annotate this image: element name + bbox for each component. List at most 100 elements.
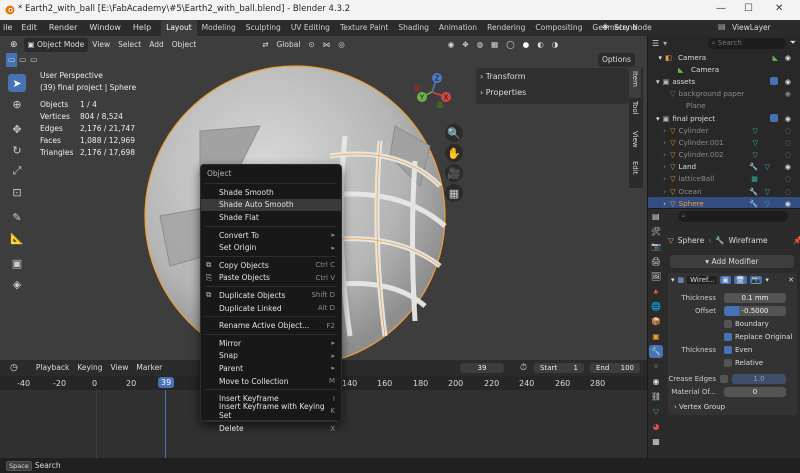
menu-file[interactable]: ile: [0, 20, 15, 36]
end-frame-field[interactable]: End 100: [590, 363, 640, 373]
list-item[interactable]: ◣ Camera: [648, 63, 800, 75]
list-item[interactable]: › ▽ Land 🔧 ▽ ◉: [648, 161, 800, 173]
output-tab-icon[interactable]: 🖨: [649, 255, 663, 268]
viewport-toggle-icon[interactable]: 🖥: [733, 276, 747, 284]
chevron-right-icon[interactable]: ›: [648, 199, 666, 208]
replace-original-row[interactable]: Replace Original: [668, 330, 797, 343]
list-item[interactable]: › ▽ Cylinder.002 ▽ ◌: [648, 149, 800, 161]
visibility-eye-icon[interactable]: ◉: [785, 89, 791, 98]
list-item[interactable]: › ▽ Ocean 🔧 ▽ ◌: [648, 185, 800, 197]
boundary-checkbox[interactable]: [724, 319, 732, 328]
chevron-down-icon[interactable]: ▾: [648, 53, 662, 62]
close-icon[interactable]: ✕: [775, 3, 783, 14]
scale-tool-icon[interactable]: ⤢: [8, 162, 26, 180]
move-tool-icon[interactable]: ✥: [8, 120, 26, 138]
menu-item-convert-to[interactable]: Convert To ▸: [201, 229, 341, 242]
relative-row[interactable]: Relative: [668, 356, 797, 369]
tab-tool[interactable]: Tool: [629, 98, 641, 128]
visibility-eye-icon[interactable]: ◉: [785, 77, 791, 86]
visibility-eye-icon[interactable]: ◉: [785, 114, 791, 123]
select-box-tool-icon[interactable]: ➤: [8, 74, 26, 92]
pin-icon[interactable]: 📌: [793, 236, 800, 245]
list-item[interactable]: Plane: [648, 100, 800, 112]
shading-material-icon[interactable]: ◐: [533, 38, 548, 52]
add-modifier-button[interactable]: ▾ Add Modifier: [670, 255, 794, 268]
chevron-right-icon[interactable]: ›: [648, 187, 666, 196]
editor-type-icon[interactable]: ⊕: [6, 38, 22, 52]
visibility-eye-icon[interactable]: ◉: [785, 162, 791, 171]
rotate-tool-icon[interactable]: ↻: [8, 141, 26, 159]
menu-item-mirror[interactable]: Mirror ▸: [201, 337, 341, 350]
replace-original-checkbox[interactable]: [724, 332, 732, 341]
menu-window[interactable]: Window: [83, 20, 127, 36]
modifier-name-field[interactable]: Wiref...: [687, 276, 718, 284]
outliner-editor-icon[interactable]: ☰: [652, 39, 659, 48]
menu-item-rename[interactable]: Rename Active Object... F2: [201, 319, 341, 332]
relative-checkbox[interactable]: [724, 358, 732, 367]
render-tab-icon[interactable]: 📷: [649, 240, 663, 253]
even-row[interactable]: Thickness Even: [668, 343, 797, 356]
orientation-dropdown[interactable]: Global: [273, 38, 305, 52]
menu-edit[interactable]: Edit: [15, 20, 43, 36]
render-toggle-icon[interactable]: 📷: [749, 276, 763, 284]
modifier-tab-icon[interactable]: 🔧: [649, 345, 663, 358]
menu-select[interactable]: Select: [114, 38, 145, 52]
camera-data-icon[interactable]: ◣: [772, 53, 778, 62]
snap-icon[interactable]: ⋈: [319, 38, 335, 52]
clock-icon[interactable]: ⏱: [520, 363, 527, 373]
current-frame-field[interactable]: 39: [460, 363, 504, 373]
add-cube-alt-tool-icon[interactable]: ◈: [8, 275, 26, 293]
menu-item-duplicate-objects[interactable]: ⧉ Duplicate Objects Shift D: [201, 289, 341, 302]
visibility-eye-icon[interactable]: ◉: [785, 53, 791, 62]
hidden-eye-icon[interactable]: ◌: [785, 126, 791, 135]
filter-icon[interactable]: ⏷: [790, 38, 796, 48]
tab-layout[interactable]: Layout: [161, 20, 197, 36]
view-layer-tab-icon[interactable]: 🖼: [649, 270, 663, 283]
timeline-editor-icon[interactable]: ◷: [6, 361, 22, 375]
xray-icon[interactable]: ▦: [487, 38, 502, 52]
collection-tab-icon[interactable]: 📦: [649, 315, 663, 328]
menu-object[interactable]: Object: [168, 38, 200, 52]
tab-edit[interactable]: Edit: [629, 158, 641, 188]
select-mode-set-icon[interactable]: ▭: [6, 53, 18, 67]
shading-wireframe-icon[interactable]: ◯: [502, 38, 518, 52]
filter-display-icon[interactable]: ▾: [663, 39, 667, 48]
shading-solid-icon[interactable]: ●: [519, 38, 534, 52]
crease-field[interactable]: 1.0: [732, 373, 786, 384]
collection-checkbox[interactable]: [770, 77, 778, 86]
tab-modeling[interactable]: Modeling: [197, 20, 241, 36]
menu-item-shade-flat[interactable]: Shade Flat: [201, 211, 341, 224]
start-frame-field[interactable]: Start 1: [534, 363, 584, 373]
tab-item[interactable]: Item: [629, 68, 641, 98]
hidden-eye-icon[interactable]: ◌: [785, 150, 791, 159]
menu-item-delete[interactable]: Delete X: [201, 423, 341, 436]
properties-editor-icon[interactable]: ▤: [652, 212, 660, 221]
minimize-icon[interactable]: —: [716, 3, 726, 14]
add-cube-tool-icon[interactable]: ▣: [8, 254, 26, 272]
visibility-icon[interactable]: ◉: [444, 38, 459, 52]
pivot-icon[interactable]: ⊙: [304, 38, 318, 52]
perspective-grid-icon[interactable]: ▦: [445, 184, 463, 202]
list-item[interactable]: ▽ background paper ◉: [648, 88, 800, 100]
close-icon[interactable]: ✕: [788, 276, 794, 284]
data-tab-icon[interactable]: ▽: [649, 405, 663, 418]
gizmo-toggle-icon[interactable]: ✥: [458, 38, 472, 52]
chevron-right-icon[interactable]: ›: [648, 174, 666, 183]
outliner-search-input[interactable]: ⌕ Search: [707, 37, 786, 49]
edit-mode-toggle-icon[interactable]: ▣: [720, 276, 731, 284]
chevron-right-icon[interactable]: ›: [648, 162, 666, 171]
tab-uv-editing[interactable]: UV Editing: [286, 20, 335, 36]
camera-view-icon[interactable]: 🎥: [445, 164, 463, 182]
list-item[interactable]: › ▽ Cylinder.001 ▽ ◌: [648, 136, 800, 148]
menu-view-timeline[interactable]: View: [107, 361, 133, 375]
tab-animation[interactable]: Animation: [434, 20, 482, 36]
menu-view[interactable]: View: [88, 38, 114, 52]
world-tab-icon[interactable]: 🌐: [649, 300, 663, 313]
menu-render[interactable]: Render: [43, 20, 83, 36]
menu-playback[interactable]: Playback: [32, 361, 73, 375]
hidden-eye-icon[interactable]: ◌: [785, 174, 791, 183]
offset-slider[interactable]: -0.5000: [724, 305, 786, 316]
material-tab-icon[interactable]: ◕: [649, 420, 663, 433]
scene-icon[interactable]: ◈: [602, 22, 609, 32]
menu-add[interactable]: Add: [145, 38, 168, 52]
